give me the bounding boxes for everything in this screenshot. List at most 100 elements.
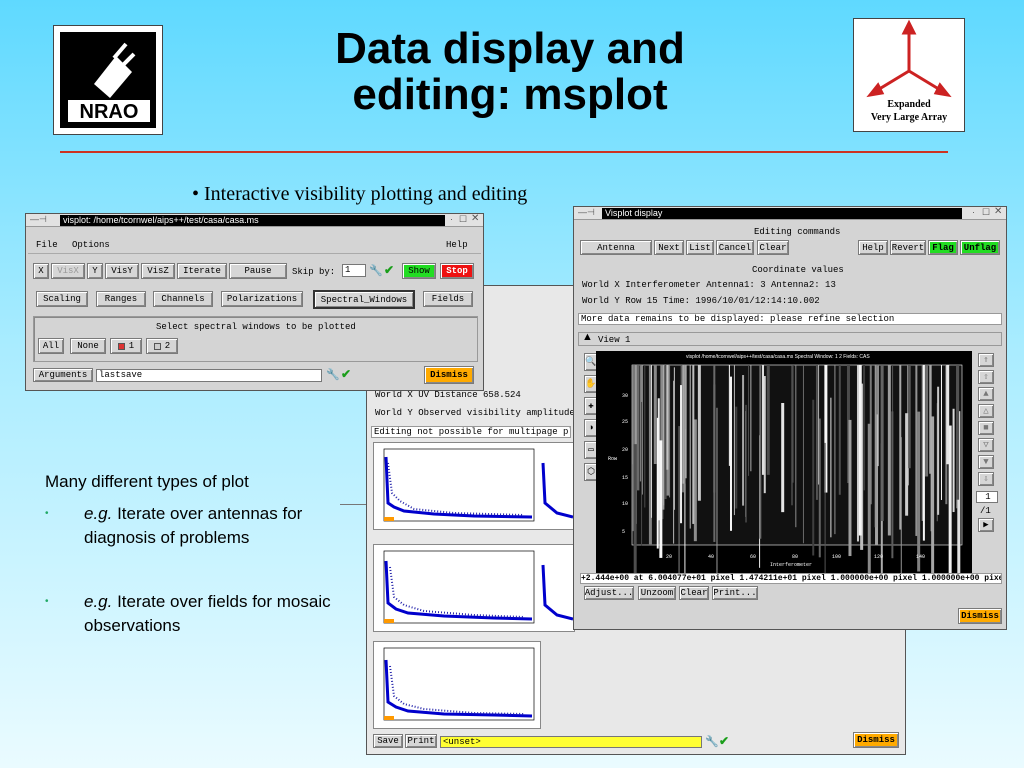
- scatter-plot: [383, 647, 535, 721]
- visplot-window[interactable]: —⊣ visplot: /home/tcornwel/aips++/test/c…: [25, 213, 484, 391]
- minimize-icon[interactable]: ·: [450, 214, 453, 224]
- tab-ranges[interactable]: Ranges: [96, 291, 146, 307]
- clear-plot-button[interactable]: Clear: [679, 586, 709, 600]
- y-tick-20: 20: [622, 447, 629, 453]
- scroll-page-down-icon[interactable]: ⇩: [978, 472, 994, 486]
- display-title: Visplot display: [602, 208, 962, 219]
- antenna-button[interactable]: Antenna: [580, 240, 652, 255]
- tab-polarizations[interactable]: Polarizations: [221, 291, 303, 307]
- multiplot-panel[interactable]: [373, 641, 541, 729]
- display-dismiss-button[interactable]: Dismiss: [958, 608, 1002, 624]
- multiplot-panel[interactable]: [373, 442, 541, 530]
- menu-help[interactable]: Help: [446, 240, 468, 250]
- spw-2-toggle[interactable]: 2: [146, 338, 178, 354]
- view-label: View 1: [598, 335, 631, 345]
- spw-1-toggle[interactable]: 1: [110, 338, 142, 354]
- tab-scaling[interactable]: Scaling: [36, 291, 88, 307]
- flag-button[interactable]: Flag: [928, 240, 958, 255]
- list-button[interactable]: List: [686, 240, 714, 255]
- raster-canvas: [631, 364, 963, 623]
- play-icon[interactable]: ▶: [978, 518, 994, 532]
- menu-options[interactable]: Options: [72, 240, 110, 250]
- raster-column: [874, 365, 877, 528]
- pause-button[interactable]: Pause: [229, 263, 287, 279]
- x-tick-120: 120: [874, 554, 884, 560]
- bullet-text: Interactive visibility plotting and edit…: [204, 183, 528, 205]
- scroll-stop-icon[interactable]: ■: [978, 421, 994, 435]
- page-field[interactable]: 1: [976, 491, 998, 503]
- close-icon[interactable]: ✕: [471, 213, 479, 224]
- show-button[interactable]: Show: [402, 263, 436, 279]
- arguments-field[interactable]: lastsave: [96, 369, 322, 382]
- multiplot-save-button[interactable]: Save: [373, 734, 403, 748]
- clear-button[interactable]: Clear: [757, 240, 789, 255]
- window-menu-icon[interactable]: —⊣: [578, 207, 595, 218]
- display-titlebar[interactable]: —⊣ Visplot display · ☐ ✕: [574, 206, 1006, 220]
- evla-line1: Expanded: [887, 99, 931, 110]
- minimize-icon[interactable]: ·: [972, 207, 975, 217]
- multiplot-unset-field[interactable]: <unset>: [440, 736, 702, 748]
- multiplot-panel[interactable]: [537, 544, 575, 632]
- checkmark-icon[interactable]: ✔: [384, 263, 394, 277]
- scroll-top-icon[interactable]: ⇑: [978, 353, 994, 367]
- help-button[interactable]: Help: [858, 240, 888, 255]
- checkmark-icon[interactable]: ✔: [341, 367, 351, 381]
- tab-fields[interactable]: Fields: [423, 291, 473, 307]
- raster-column: [830, 397, 832, 538]
- raster-column: [795, 365, 797, 528]
- spw-all-button[interactable]: All: [38, 338, 64, 354]
- multiplot-dismiss-button[interactable]: Dismiss: [853, 732, 899, 748]
- wrench-icon[interactable]: 🔧: [369, 264, 383, 277]
- raster-plot[interactable]: visplot /home/tcornwel/aips++/test/casa/…: [596, 351, 972, 623]
- scroll-step-up-icon[interactable]: △: [978, 404, 994, 418]
- visplot-display-window[interactable]: —⊣ Visplot display · ☐ ✕ Editing command…: [573, 206, 1007, 630]
- axis-visz-button[interactable]: VisZ: [141, 263, 175, 279]
- adjust-button[interactable]: Adjust...: [584, 586, 634, 600]
- spw-none-button[interactable]: None: [70, 338, 106, 354]
- skip-field[interactable]: 1: [342, 264, 366, 277]
- maximize-icon[interactable]: ☐: [982, 207, 990, 218]
- window-menu-icon[interactable]: —⊣: [30, 214, 47, 225]
- raster-column: [678, 426, 680, 600]
- unflag-button[interactable]: Unflag: [960, 240, 1000, 255]
- wrench-icon[interactable]: 🔧: [326, 368, 340, 381]
- raster-column: [858, 365, 862, 536]
- axis-x-button[interactable]: X: [33, 263, 49, 279]
- stop-button[interactable]: Stop: [440, 263, 474, 279]
- multiplot-panel[interactable]: [537, 442, 575, 530]
- scroll-down-icon[interactable]: ▼: [978, 455, 994, 469]
- iterate-button[interactable]: Iterate: [177, 263, 227, 279]
- raster-column: [848, 419, 852, 557]
- axis-visx-button[interactable]: VisX: [51, 263, 85, 279]
- view-bar[interactable]: [578, 332, 1002, 346]
- x-tick-40: 40: [708, 554, 715, 560]
- menu-file[interactable]: File: [36, 240, 58, 250]
- raster-column: [781, 402, 785, 513]
- wrench-icon[interactable]: 🔧: [705, 735, 719, 748]
- multiplot-message: Editing not possible for multipage plots…: [371, 426, 571, 438]
- scroll-page-up-icon[interactable]: ⇧: [978, 370, 994, 384]
- axis-visy-button[interactable]: VisY: [105, 263, 139, 279]
- tab-spectral-windows[interactable]: Spectral_Windows: [313, 290, 415, 309]
- multiplot-print-button[interactable]: Print: [405, 734, 437, 748]
- left-item-2: • e.g. Iterate over fields for mosaic ob…: [45, 590, 335, 638]
- arguments-button[interactable]: Arguments: [33, 368, 93, 382]
- checkmark-icon[interactable]: ✔: [719, 734, 729, 748]
- axis-y-button[interactable]: Y: [87, 263, 103, 279]
- tab-channels[interactable]: Channels: [153, 291, 213, 307]
- cancel-button[interactable]: Cancel: [716, 240, 754, 255]
- display-world-x: World X Interferometer Antenna1: 3 Anten…: [582, 280, 836, 290]
- triangle-up-icon[interactable]: ▲: [582, 331, 593, 343]
- revert-button[interactable]: Revert: [890, 240, 926, 255]
- maximize-icon[interactable]: ☐: [459, 214, 467, 225]
- raster-column: [824, 442, 826, 592]
- visplot-dismiss-button[interactable]: Dismiss: [424, 366, 474, 384]
- scroll-step-down-icon[interactable]: ▽: [978, 438, 994, 452]
- multiplot-panel[interactable]: [373, 544, 541, 632]
- next-button[interactable]: Next: [654, 240, 684, 255]
- unzoom-button[interactable]: Unzoom: [638, 586, 676, 600]
- close-icon[interactable]: ✕: [994, 206, 1002, 217]
- scroll-up-icon[interactable]: ▲: [978, 387, 994, 401]
- print-button[interactable]: Print...: [712, 586, 758, 600]
- visplot-titlebar[interactable]: —⊣ visplot: /home/tcornwel/aips++/test/c…: [26, 213, 483, 227]
